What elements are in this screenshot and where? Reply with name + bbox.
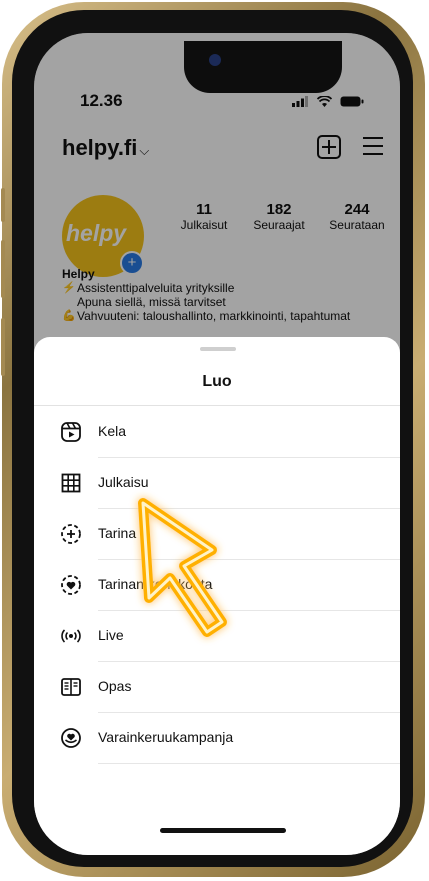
notch [184,41,342,93]
camera-icon [209,54,221,66]
annotation-arrow-icon [138,498,227,637]
